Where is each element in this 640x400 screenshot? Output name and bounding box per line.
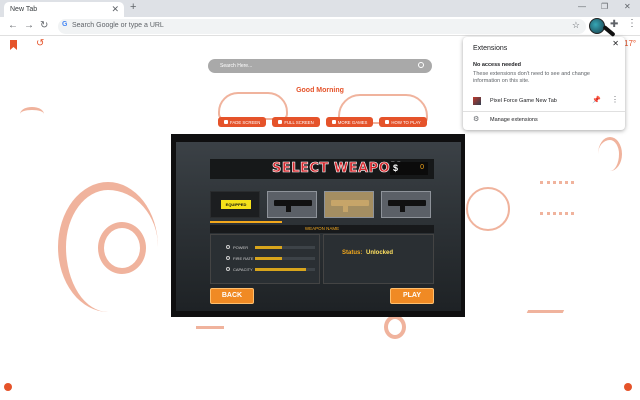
fire-rate-bar [255,257,315,260]
browser-toolbar: ← → ↻ G Search Google or type a URL ☆ ✚ … [0,17,640,38]
minimize-icon[interactable]: — [578,2,586,11]
capacity-bar [255,268,315,271]
address-placeholder: Search Google or type a URL [72,22,164,29]
weapon-slot-1[interactable]: EQUIPPED [210,191,260,218]
gear-icon: ⚙ [473,116,480,123]
stat-bullet-icon [226,245,230,249]
manage-extensions-label: Manage extensions [490,117,538,123]
doodle-spiral [384,315,406,339]
tab-strip: New Tab ✕ + — ❐ ✕ [0,0,640,17]
close-icon[interactable]: ✕ [612,39,619,48]
button-label: HOW TO PLAY [391,119,421,125]
help-icon [385,120,390,124]
game-title-bar: SELECT WEAPON $ 0 [210,159,434,179]
doodle-circle [98,222,146,274]
close-window-icon[interactable]: ✕ [624,2,631,11]
history-icon[interactable]: ↺ [36,38,44,49]
coin-icon: $ [393,163,399,173]
search-icon[interactable] [418,62,424,68]
fullscreen-icon [278,120,283,124]
doodle-swoosh [20,107,44,121]
settings-gear-icon[interactable] [4,383,12,391]
forward-arrow-icon[interactable]: → [24,20,34,31]
new-tab-button[interactable]: + [130,1,136,13]
no-access-description: These extensions don't need to see and c… [473,71,590,84]
more-options-icon[interactable]: ⋮ [611,95,619,104]
divider [463,111,625,112]
how-to-play-button[interactable]: HOW TO PLAY [379,117,427,127]
doodle-lightning [526,299,570,313]
popup-title: Extensions [473,45,508,52]
doodle-crown [196,315,224,329]
extensions-puzzle-icon[interactable]: ✚ [610,19,618,30]
button-label: FULL SCREEN [284,119,314,125]
capacity-fill [255,268,306,271]
stat-bullet-icon [226,267,230,271]
equipped-badge: EQUIPPED [221,200,251,209]
extensions-popup: Extensions ✕ No access needed These exte… [463,37,625,130]
restore-icon[interactable]: ❐ [601,2,608,11]
back-arrow-icon[interactable]: ← [8,20,18,31]
full-screen-button[interactable]: FULL SCREEN [272,117,320,127]
game-screen: SELECT WEAPON $ 0 EQUIPPED WEAPON NAME P… [176,142,461,311]
stat-label: CAPACITY [233,267,253,272]
power-fill [255,246,282,249]
fade-icon [224,120,228,124]
rifle-icon [331,200,369,212]
doodle-circle [466,187,510,231]
bookmark-icon[interactable] [10,40,17,50]
info-icon[interactable] [624,383,632,391]
power-bar [255,246,315,249]
fire-rate-fill [255,257,282,260]
extension-icon [473,97,481,105]
tab-title: New Tab [10,6,38,13]
weapon-stats-panel: POWER FIRE RATE CAPACITY [210,234,320,284]
tab-new-tab[interactable]: New Tab ✕ [4,2,124,17]
stat-label: POWER [233,245,249,250]
gamepad-icon [331,120,336,124]
temperature: 17° [624,39,637,48]
status-value: Unlocked [366,250,394,256]
browser-menu-icon[interactable]: ⋮ [627,18,637,29]
rifle-icon [274,200,312,212]
close-tab-icon[interactable]: ✕ [111,4,119,15]
no-access-heading: No access needed [473,62,521,68]
bookmark-star-icon[interactable]: ☆ [572,20,580,31]
weapon-slot-2[interactable] [267,191,317,218]
doodle-swoosh [598,137,622,171]
button-label: MORE GAMES [337,119,368,125]
stat-label: FIRE RATE [233,256,254,261]
game-play-button[interactable]: PLAY [390,288,434,304]
game-screenshot: SELECT WEAPON $ 0 EQUIPPED WEAPON NAME P… [171,134,465,317]
game-title: SELECT WEAPON [272,161,402,177]
doodle-stars [540,181,574,215]
google-icon: G [62,21,68,28]
stat-bullet-icon [226,256,230,260]
pin-icon[interactable]: 📌 [592,96,601,104]
more-games-button[interactable]: MORE GAMES [325,117,374,127]
weapon-name: WEAPON NAME [210,225,434,233]
search-placeholder: Search Here... [220,63,253,69]
extension-item[interactable]: Pixel Force Game New Tab 📌 ⋮ [463,93,625,109]
weapon-slot-3[interactable] [324,191,374,218]
weapon-status-panel: Status: Unlocked [323,234,434,284]
status-label: Status: [342,250,363,256]
address-bar[interactable]: G Search Google or type a URL ☆ [58,19,586,34]
smg-icon [388,200,426,212]
coin-value: 0 [420,164,424,171]
coin-counter: $ 0 [390,162,428,175]
manage-extensions-link[interactable]: ⚙ Manage extensions [463,114,625,126]
search-input[interactable]: Search Here... [208,59,432,73]
selected-underline [210,221,282,223]
button-label: FADE SCREEN [230,119,261,125]
doodle-cloud [218,92,288,120]
game-back-button[interactable]: BACK [210,288,254,304]
reload-icon[interactable]: ↻ [40,20,48,31]
action-buttons: FADE SCREEN FULL SCREEN MORE GAMES HOW T… [218,117,427,127]
weapon-slot-4[interactable] [381,191,431,218]
fade-screen-button[interactable]: FADE SCREEN [218,117,267,127]
extension-name: Pixel Force Game New Tab [490,98,557,104]
